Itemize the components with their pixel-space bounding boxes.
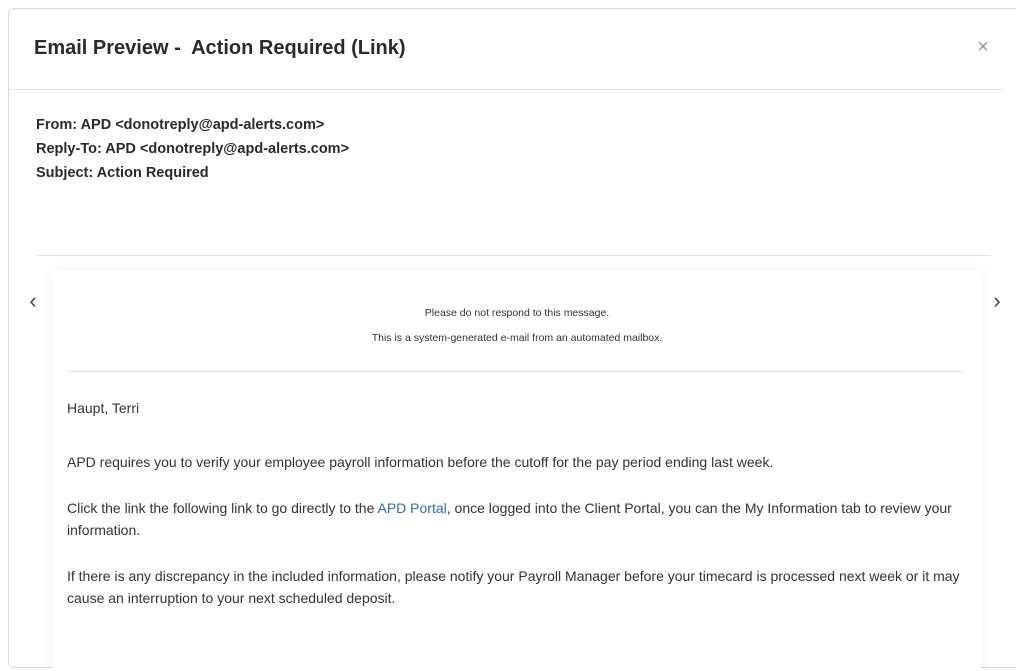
email-preview-modal: Email Preview - Action Required (Link) ×…	[8, 8, 1016, 671]
no-reply-notice: Please do not respond to this message.	[424, 307, 610, 319]
header-divider	[36, 255, 991, 256]
chevron-right-icon[interactable]: ›	[987, 289, 1007, 313]
modal-header: Email Preview - Action Required (Link) ×	[9, 9, 1005, 90]
chevron-left-icon[interactable]: ‹	[23, 289, 43, 313]
body-paragraph-3: If there is any discrepancy in the inclu…	[67, 568, 960, 606]
from-field: From: APD <donotreply@apd-alerts.com>	[36, 117, 325, 133]
reply-to-field: Reply-To: APD <donotreply@apd-alerts.com…	[36, 141, 350, 157]
email-body: Please do not respond to this message. T…	[53, 271, 981, 671]
body-divider	[67, 371, 964, 372]
body-paragraph-1: APD requires you to verify your employee…	[67, 454, 774, 470]
modal-title: Email Preview - Action Required (Link)	[34, 37, 406, 59]
greeting: Haupt, Terri	[67, 400, 140, 416]
body-paragraph-2: Click the link the following link to go …	[67, 497, 967, 541]
paragraph-2-text-before: Click the link the following link to go …	[67, 500, 378, 516]
close-icon[interactable]: ×	[971, 35, 995, 59]
apd-portal-link[interactable]: APD Portal	[378, 500, 447, 516]
subject-field: Subject: Action Required	[36, 165, 209, 181]
system-generated-notice: This is a system-generated e-mail from a…	[371, 332, 663, 344]
email-headers: From: APD <donotreply@apd-alerts.com> Re…	[36, 113, 349, 185]
